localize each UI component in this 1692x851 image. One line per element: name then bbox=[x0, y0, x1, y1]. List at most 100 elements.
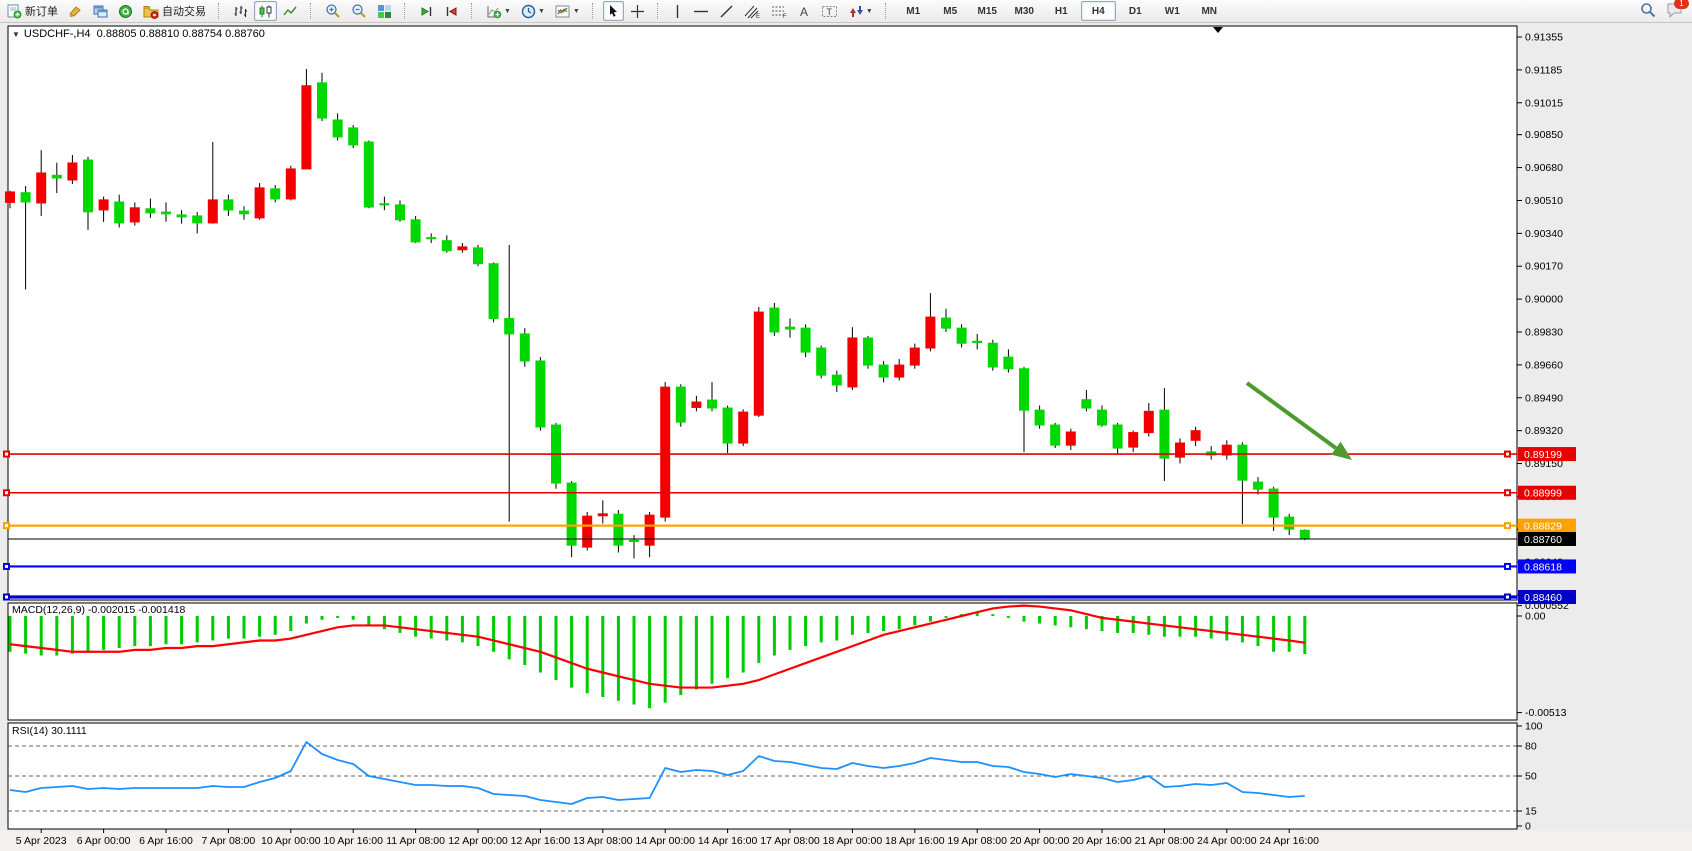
indicators-button[interactable]: ▼ bbox=[482, 1, 515, 21]
fibonacci-button[interactable]: F bbox=[767, 1, 792, 21]
date-tick-label: 12 Apr 16:00 bbox=[511, 835, 571, 847]
candle-down bbox=[1254, 482, 1263, 489]
terminal-icon bbox=[93, 4, 108, 19]
candle-down bbox=[333, 120, 342, 137]
search-icon[interactable] bbox=[1640, 2, 1656, 21]
templates-dropdown-caret[interactable]: ▼ bbox=[573, 8, 580, 15]
timeframe-button-m15[interactable]: M15 bbox=[970, 1, 1005, 21]
equidistant-channel-button[interactable]: E bbox=[740, 1, 765, 21]
chart-canvas[interactable]: 0.913550.911850.910150.908500.906800.905… bbox=[0, 0, 1692, 851]
timeframe-button-h4[interactable]: H4 bbox=[1081, 1, 1116, 21]
price-line-label-text: 0.88760 bbox=[1524, 534, 1562, 546]
candle-down bbox=[520, 334, 529, 361]
horizontal-line-button[interactable] bbox=[689, 1, 713, 21]
candle-down bbox=[1035, 410, 1044, 425]
autotrading-icon bbox=[143, 4, 159, 19]
candle-up bbox=[598, 514, 607, 516]
bar-chart-icon bbox=[233, 4, 248, 19]
candle-up bbox=[583, 516, 592, 547]
timeframe-button-m1[interactable]: M1 bbox=[896, 1, 931, 21]
date-tick-label: 5 Apr 2023 bbox=[16, 835, 67, 847]
timeframe-button-m30[interactable]: M30 bbox=[1007, 1, 1042, 21]
signals-button[interactable] bbox=[114, 1, 137, 21]
trendline-button[interactable] bbox=[715, 1, 738, 21]
candle-up bbox=[302, 86, 311, 169]
candle-up bbox=[68, 163, 77, 180]
candle-down bbox=[271, 189, 280, 199]
periods-button[interactable]: ▼ bbox=[517, 1, 549, 21]
line-handle-center bbox=[5, 596, 8, 599]
date-tick-label: 18 Apr 00:00 bbox=[823, 835, 883, 847]
autotrading-button[interactable]: 自动交易 bbox=[139, 1, 210, 21]
timeframe-button-h1[interactable]: H1 bbox=[1044, 1, 1079, 21]
candlestick-chart-icon bbox=[258, 4, 273, 19]
candle-down bbox=[505, 318, 514, 333]
date-tick-label: 21 Apr 08:00 bbox=[1135, 835, 1195, 847]
arrows-dropdown-caret[interactable]: ▼ bbox=[866, 8, 873, 15]
arrows-icon bbox=[848, 4, 864, 19]
candle-up bbox=[1191, 431, 1200, 441]
chart-shift-button[interactable] bbox=[440, 1, 463, 21]
arrows-button[interactable]: ▼ bbox=[844, 1, 877, 21]
zoom-in-button[interactable] bbox=[321, 1, 345, 21]
text-label-button[interactable]: T bbox=[817, 1, 842, 21]
toolbar-separator bbox=[592, 3, 597, 19]
periods-dropdown-caret[interactable]: ▼ bbox=[538, 8, 545, 15]
chart-collapse-icon[interactable]: ▼ bbox=[12, 30, 20, 39]
timeframe-button-mn[interactable]: MN bbox=[1192, 1, 1227, 21]
candlestick-chart-button[interactable] bbox=[254, 1, 277, 21]
timeframe-button-d1[interactable]: D1 bbox=[1118, 1, 1153, 21]
timeframe-button-w1[interactable]: W1 bbox=[1155, 1, 1190, 21]
date-tick-label: 6 Apr 00:00 bbox=[77, 835, 131, 847]
line-chart-button[interactable] bbox=[279, 1, 302, 21]
editor-button[interactable] bbox=[64, 1, 87, 21]
terminal-button[interactable] bbox=[89, 1, 112, 21]
line-handle-center bbox=[1506, 596, 1509, 599]
price-line-label-text: 0.88460 bbox=[1524, 592, 1562, 604]
bar-chart-button[interactable] bbox=[229, 1, 252, 21]
candle-down bbox=[770, 308, 779, 332]
new-order-button[interactable]: 新订单 bbox=[3, 1, 62, 21]
templates-button[interactable]: ▼ bbox=[551, 1, 584, 21]
line-handle-center bbox=[1506, 453, 1509, 456]
price-tick-label: 0.90170 bbox=[1525, 261, 1563, 273]
svg-text:E: E bbox=[756, 14, 760, 19]
line-chart-icon bbox=[283, 4, 298, 19]
rsi-tick-label: 15 bbox=[1525, 806, 1537, 818]
cursor-button[interactable] bbox=[603, 1, 624, 21]
text-label-icon: T bbox=[821, 4, 838, 19]
date-tick-label: 24 Apr 00:00 bbox=[1197, 835, 1257, 847]
chart-ohlc-values: 0.88805 0.88810 0.88754 0.88760 bbox=[97, 28, 265, 40]
tile-windows-button[interactable] bbox=[373, 1, 396, 21]
candle-down bbox=[349, 128, 358, 145]
indicators-dropdown-caret[interactable]: ▼ bbox=[504, 8, 511, 15]
candle-up bbox=[1176, 443, 1185, 457]
toolbar-separator bbox=[218, 3, 223, 19]
price-line-label-text: 0.88999 bbox=[1524, 488, 1562, 500]
zoom-out-button[interactable] bbox=[347, 1, 371, 21]
candle-down bbox=[442, 241, 451, 251]
candle-down bbox=[364, 142, 373, 207]
new-order-label: 新订单 bbox=[25, 3, 58, 19]
price-tick-label: 0.90000 bbox=[1525, 294, 1563, 306]
candle-down bbox=[380, 204, 389, 205]
price-tick-label: 0.89490 bbox=[1525, 392, 1563, 404]
candle-down bbox=[84, 160, 93, 212]
vertical-line-button[interactable] bbox=[668, 1, 687, 21]
price-tick-label: 0.89320 bbox=[1525, 425, 1563, 437]
rsi-value: 30.1111 bbox=[51, 725, 87, 737]
svg-text:T: T bbox=[826, 7, 832, 17]
mt4-window: { "toolbar": { "new_order_label": "新订单",… bbox=[0, 0, 1692, 851]
candle-down bbox=[1082, 400, 1091, 408]
auto-scroll-button[interactable] bbox=[415, 1, 438, 21]
candle-up bbox=[130, 208, 139, 222]
candle-down bbox=[957, 328, 966, 343]
notifications-button[interactable]: 1 bbox=[1666, 2, 1684, 21]
crosshair-button[interactable] bbox=[626, 1, 649, 21]
candle-up bbox=[661, 387, 670, 517]
date-tick-label: 14 Apr 00:00 bbox=[635, 835, 695, 847]
date-tick-label: 18 Apr 16:00 bbox=[885, 835, 945, 847]
candle-down bbox=[427, 238, 436, 239]
timeframe-button-m5[interactable]: M5 bbox=[933, 1, 968, 21]
text-button[interactable]: A bbox=[794, 1, 815, 21]
